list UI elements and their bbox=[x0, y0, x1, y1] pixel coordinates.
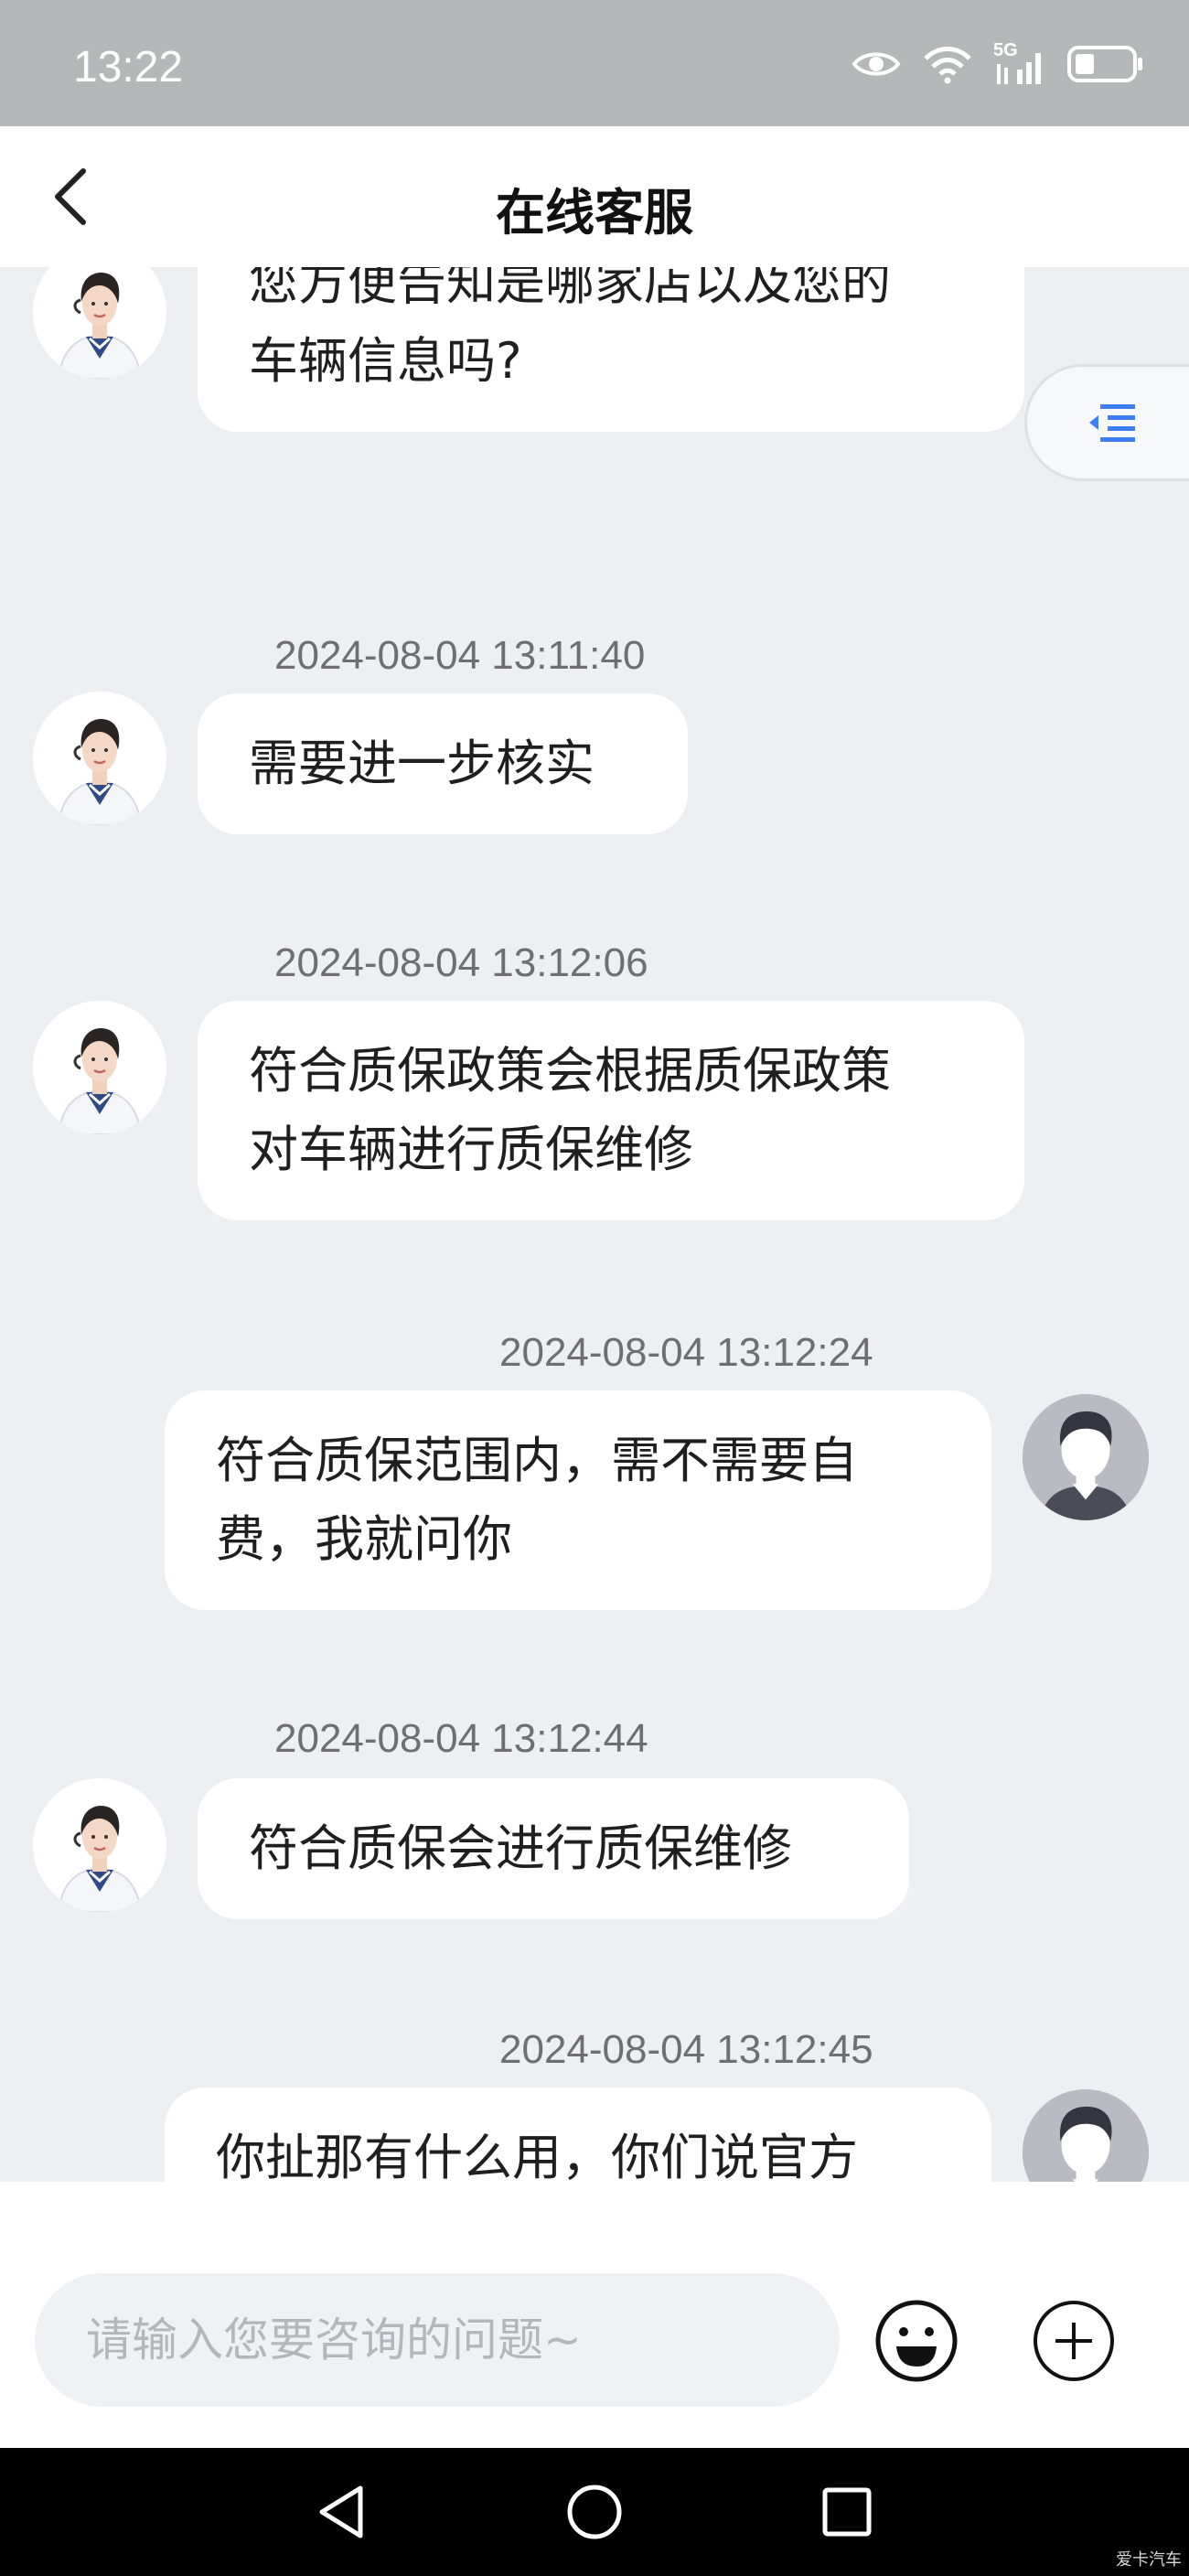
system-nav-bar: 爱卡汽车 bbox=[0, 2448, 1189, 2576]
message-bubble[interactable]: 符合质保范围内，需不需要自 费，我就问你 bbox=[165, 1390, 991, 1610]
emoji-button[interactable] bbox=[874, 2299, 959, 2383]
message-bubble[interactable]: 符合质保政策会根据质保政策 对车辆进行质保维修 bbox=[198, 1001, 1024, 1220]
home-circle-icon bbox=[567, 2485, 622, 2539]
input-bar bbox=[0, 2182, 1189, 2448]
agent-avatar bbox=[33, 692, 166, 825]
nav-home-button[interactable] bbox=[558, 2475, 631, 2549]
user-avatar bbox=[1023, 1394, 1149, 1520]
status-time: 13:22 bbox=[73, 43, 184, 91]
message-timestamp: 2024-08-04 13:12:24 bbox=[499, 1330, 873, 1375]
agent-avatar bbox=[33, 1001, 166, 1134]
watermark: 爱卡汽车 bbox=[1116, 2550, 1182, 2570]
message-timestamp: 2024-08-04 13:12:44 bbox=[274, 1716, 648, 1761]
message-line: 车辆信息吗? bbox=[249, 332, 522, 390]
eye-icon bbox=[852, 52, 901, 76]
message-line: 符合质保会进行质保维修 bbox=[249, 1819, 792, 1877]
message-timestamp: 2024-08-04 13:12:45 bbox=[499, 2027, 873, 2072]
menu-indent-icon bbox=[1089, 404, 1135, 442]
message-bubble[interactable]: 符合质保会进行质保维修 bbox=[198, 1778, 909, 1919]
wifi-icon bbox=[924, 47, 971, 84]
back-triangle-icon bbox=[319, 2485, 363, 2538]
agent-avatar bbox=[33, 267, 166, 379]
more-options-button[interactable] bbox=[1032, 2299, 1116, 2383]
status-bar: 13:22 5G bbox=[0, 0, 1189, 126]
user-avatar bbox=[1023, 2089, 1149, 2182]
message-line: 符合质保政策会根据质保政策 bbox=[249, 1042, 891, 1100]
app-header: 在线客服 bbox=[0, 126, 1189, 267]
message-timestamp: 2024-08-04 13:11:40 bbox=[274, 633, 646, 678]
plus-circle-icon bbox=[1034, 2301, 1114, 2381]
message-bubble[interactable]: 你扯那有什么用，你们说官方 bbox=[165, 2088, 991, 2182]
message-bubble[interactable]: 需要进一步核实 bbox=[198, 693, 688, 834]
message-line: 符合质保范围内，需不需要自 bbox=[216, 1432, 858, 1489]
chat-area[interactable]: 没有更多消息了 您方便告知是哪家店以及您的 车辆信息吗? 2024-08-04 … bbox=[0, 267, 1189, 2182]
message-line: 你扯那有什么用，你们说官方 bbox=[216, 2129, 858, 2182]
battery-icon bbox=[1067, 46, 1142, 82]
quick-menu-button[interactable] bbox=[1024, 364, 1189, 481]
message-line: 需要进一步核实 bbox=[249, 735, 594, 792]
nav-back-button[interactable] bbox=[305, 2475, 379, 2549]
page-title: 在线客服 bbox=[496, 184, 693, 242]
message-line: 您方便告知是哪家店以及您的 bbox=[249, 267, 891, 311]
message-line: 对车辆进行质保维修 bbox=[249, 1121, 693, 1178]
message-bubble[interactable]: 您方便告知是哪家店以及您的 车辆信息吗? bbox=[198, 267, 1024, 432]
agent-avatar bbox=[33, 1778, 166, 1912]
status-icons: 5G bbox=[851, 37, 1145, 91]
recents-square-icon bbox=[822, 2487, 872, 2537]
smiley-icon bbox=[875, 2300, 958, 2382]
message-input[interactable] bbox=[35, 2273, 840, 2407]
message-line: 费，我就问你 bbox=[216, 1510, 512, 1568]
message-timestamp: 2024-08-04 13:12:06 bbox=[274, 940, 648, 985]
signal-icon: 5G bbox=[993, 40, 1046, 86]
nav-recents-button[interactable] bbox=[810, 2475, 884, 2549]
